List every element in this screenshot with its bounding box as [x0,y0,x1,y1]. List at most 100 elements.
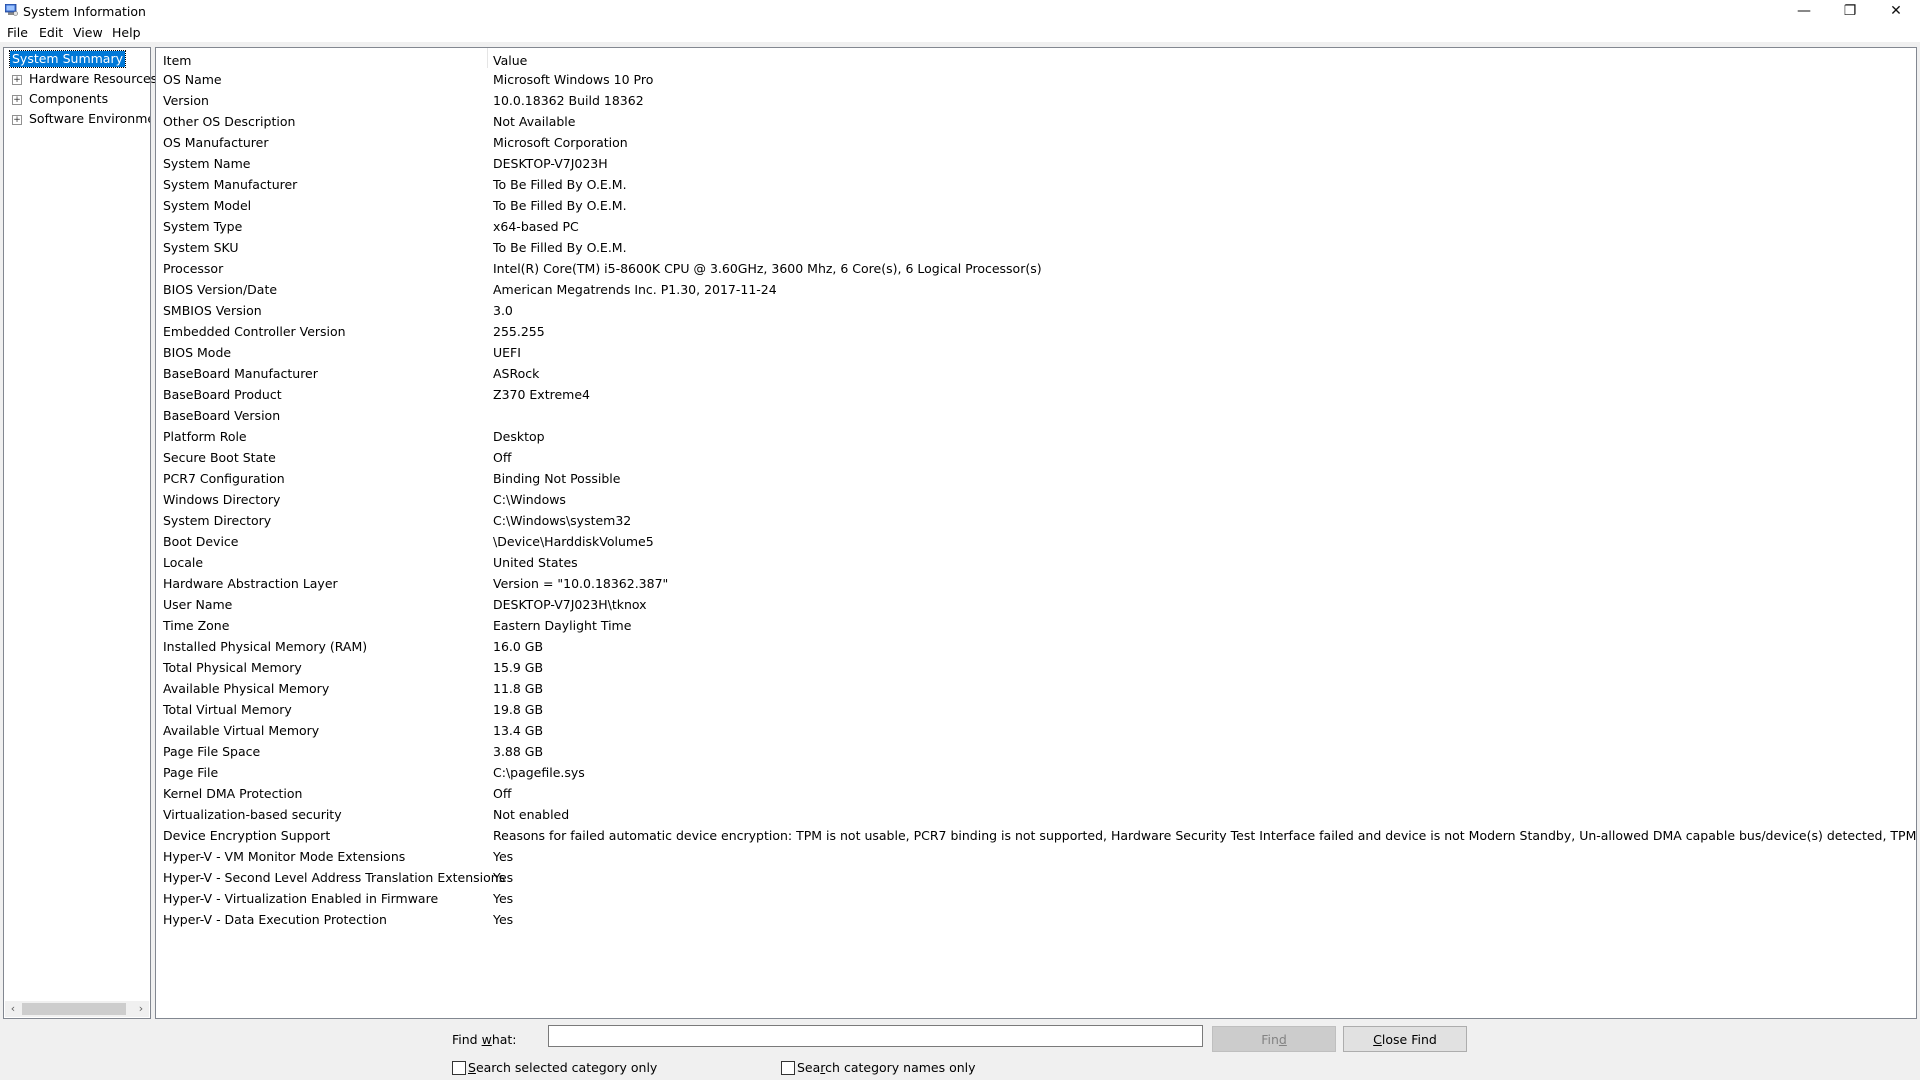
window-title: System Information [23,4,146,19]
scrollbar-thumb[interactable] [22,1003,126,1015]
row-item: Page File [163,765,219,780]
find-what-input[interactable] [548,1025,1203,1047]
row-item: BaseBoard Product [163,387,282,402]
details-list[interactable]: Item Value OS Name Microsoft Windows 10 P… [155,47,1917,1019]
category-tree[interactable]: System Summary + Hardware Resources + Co… [3,47,157,1019]
search-category-names-checkbox[interactable]: Search category names only [781,1060,976,1075]
list-row[interactable]: Page File C:\pagefile.sys [156,762,1916,783]
list-row[interactable]: Processor Intel(R) Core(TM) i5-8600K CPU … [156,258,1916,279]
list-row[interactable]: Total Physical Memory 15.9 GB [156,657,1916,678]
checkbox-icon[interactable] [781,1060,795,1075]
row-item: Hyper-V - Second Level Address Translati… [163,870,506,885]
list-row[interactable]: Time Zone Eastern Daylight Time [156,615,1916,636]
row-value: Yes [493,870,514,885]
close-icon: ✕ [1890,3,1902,19]
list-row[interactable]: Boot Device \Device\HarddiskVolume5 [156,531,1916,552]
list-row[interactable]: Page File Space 3.88 GB [156,741,1916,762]
list-row[interactable]: Hardware Abstraction Layer Version = "10.… [156,573,1916,594]
list-row[interactable]: System Manufacturer To Be Filled By O.E.M… [156,174,1916,195]
list-row[interactable]: Installed Physical Memory (RAM) 16.0 GB [156,636,1916,657]
search-selected-category-checkbox[interactable]: Search selected category only [452,1060,657,1075]
row-item: Hyper-V - Data Execution Protection [163,912,387,927]
list-row[interactable]: OS Manufacturer Microsoft Corporation [156,132,1916,153]
list-row[interactable]: Available Physical Memory 11.8 GB [156,678,1916,699]
column-header-item[interactable]: Item [163,53,191,68]
list-row[interactable]: System Name DESKTOP-V7J023H [156,153,1916,174]
list-row[interactable]: SMBIOS Version 3.0 [156,300,1916,321]
row-value: ASRock [493,366,540,381]
list-row[interactable]: OS Name Microsoft Windows 10 Pro [156,69,1916,90]
list-row[interactable]: Hyper-V - Second Level Address Translati… [156,867,1916,888]
scroll-right-icon[interactable]: › [133,1001,149,1017]
list-row[interactable]: BaseBoard Manufacturer ASRock [156,363,1916,384]
tree-item-label: Components [29,91,109,106]
menu-view[interactable]: View [73,25,103,40]
list-row[interactable]: Windows Directory C:\Windows [156,489,1916,510]
column-header-value[interactable]: Value [493,53,527,68]
row-item: Hyper-V - VM Monitor Mode Extensions [163,849,406,864]
row-item: Embedded Controller Version [163,324,346,339]
row-value: 13.4 GB [493,723,544,738]
row-value: DESKTOP-V7J023H\tknox [493,597,647,612]
list-row[interactable]: Total Virtual Memory 19.8 GB [156,699,1916,720]
menu-help[interactable]: Help [112,25,141,40]
list-row[interactable]: BaseBoard Product Z370 Extreme4 [156,384,1916,405]
list-row[interactable]: Embedded Controller Version 255.255 [156,321,1916,342]
column-separator[interactable] [487,48,488,68]
tree-horizontal-scrollbar[interactable]: ‹ › [5,1001,149,1017]
row-value: 3.0 [493,303,513,318]
list-row[interactable]: Virtualization-based security Not enabled [156,804,1916,825]
list-row[interactable]: BIOS Mode UEFI [156,342,1916,363]
tree-item-software-environment[interactable]: + Software Environmer [4,111,150,127]
list-row[interactable]: Locale United States [156,552,1916,573]
list-row[interactable]: PCR7 Configuration Binding Not Possible [156,468,1916,489]
list-row[interactable]: Platform Role Desktop [156,426,1916,447]
list-row[interactable]: System Model To Be Filled By O.E.M. [156,195,1916,216]
row-item: Available Virtual Memory [163,723,320,738]
close-button[interactable]: ✕ [1873,0,1919,22]
tree-item-hardware-resources[interactable]: + Hardware Resources [4,71,157,87]
list-row[interactable]: Kernel DMA Protection Off [156,783,1916,804]
row-value: American Megatrends Inc. P1.30, 2017-11-… [493,282,777,297]
list-row[interactable]: Secure Boot State Off [156,447,1916,468]
row-item: Time Zone [163,618,230,633]
tree-item-system-summary[interactable]: System Summary [9,50,126,68]
row-value: 16.0 GB [493,639,544,654]
menu-edit[interactable]: Edit [39,25,63,40]
row-item: Platform Role [163,429,247,444]
row-value: 11.8 GB [493,681,544,696]
list-row[interactable]: Hyper-V - Virtualization Enabled in Firm… [156,888,1916,909]
list-row[interactable]: System Type x64-based PC [156,216,1916,237]
restore-button[interactable]: ❐ [1827,0,1873,22]
close-find-button[interactable]: Close Find [1343,1026,1467,1052]
list-row[interactable]: BIOS Version/Date American Megatrends Inc… [156,279,1916,300]
list-row[interactable]: BaseBoard Version [156,405,1916,426]
checkbox-icon[interactable] [452,1060,466,1075]
tree-item-components[interactable]: + Components [4,91,150,107]
minimize-button[interactable]: — [1781,0,1827,22]
list-row[interactable]: Hyper-V - VM Monitor Mode Extensions Yes [156,846,1916,867]
row-value: Yes [493,912,514,927]
list-row[interactable]: User Name DESKTOP-V7J023H\tknox [156,594,1916,615]
menu-file[interactable]: File [7,25,28,40]
expand-icon[interactable]: + [12,115,22,125]
list-row[interactable]: Version 10.0.18362 Build 18362 [156,90,1916,111]
row-value: Not enabled [493,807,570,822]
find-button[interactable]: Fin d [1212,1026,1336,1052]
expand-icon[interactable]: + [12,95,22,105]
expand-icon[interactable]: + [12,75,22,85]
row-value: Not Available [493,114,576,129]
list-row[interactable]: Other OS Description Not Available [156,111,1916,132]
list-row[interactable]: System SKU To Be Filled By O.E.M. [156,237,1916,258]
list-row[interactable]: System Directory C:\Windows\system32 [156,510,1916,531]
scroll-left-icon[interactable]: ‹ [5,1001,21,1017]
row-item: BaseBoard Manufacturer [163,366,318,381]
row-value: To Be Filled By O.E.M. [493,198,627,213]
row-value: C:\Windows\system32 [493,513,632,528]
list-row[interactable]: Hyper-V - Data Execution Protection Yes [156,909,1916,930]
menu-bar: File Edit View Help [0,22,1920,42]
list-row[interactable]: Available Virtual Memory 13.4 GB [156,720,1916,741]
row-item: BaseBoard Version [163,408,281,423]
list-row[interactable]: Device Encryption Support Reasons for fai… [156,825,1916,846]
row-item: Kernel DMA Protection [163,786,303,801]
